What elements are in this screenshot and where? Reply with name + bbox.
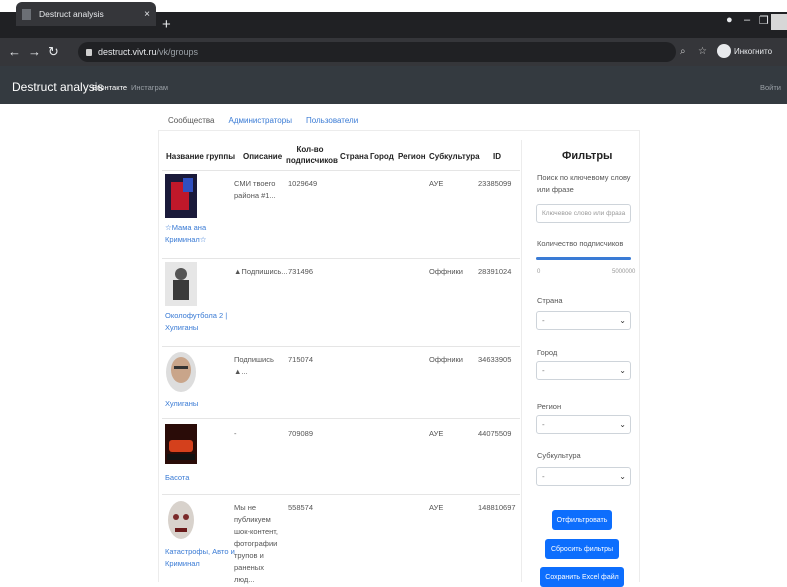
bookmark-star-icon[interactable]: ☆ [698, 46, 707, 57]
group-subculture: Оффники [429, 267, 463, 276]
group-subculture: АУЕ [429, 503, 444, 512]
city-select[interactable]: - ⌄ [536, 361, 631, 380]
group-name-link[interactable]: Басота [165, 472, 233, 484]
reset-filters-button[interactable]: Сбросить фильтры [545, 539, 619, 559]
back-icon[interactable]: ← [8, 44, 21, 59]
group-avatar[interactable] [165, 174, 197, 218]
country-label: Страна [537, 296, 563, 305]
chevron-down-icon: ⌄ [619, 420, 626, 429]
country-select[interactable]: - ⌄ [536, 311, 631, 330]
group-subculture: АУЕ [429, 179, 444, 188]
header-city: Город [370, 152, 394, 161]
profile-label: Инкогнито [734, 46, 773, 56]
tab-communities[interactable]: Сообщества [168, 116, 214, 125]
group-id: 44075509 [478, 429, 512, 438]
region-value: - [542, 420, 545, 429]
url-host: destruct.vivt.ru [98, 47, 157, 57]
group-desc: ▲Подпишись... [234, 267, 288, 276]
group-subculture: АУЕ [429, 429, 444, 438]
incognito-icon [717, 44, 731, 58]
apply-filters-button[interactable]: Отфильтровать [552, 510, 612, 530]
row-divider [162, 494, 520, 495]
group-subs: 715074 [288, 355, 314, 364]
group-subs: 558574 [288, 503, 314, 512]
header-region: Регион [398, 152, 426, 161]
group-desc: - [234, 429, 237, 438]
group-name-link[interactable]: Околофутбола 2 | Хулиганы [165, 310, 233, 334]
subs-label: Количество подписчиков [537, 239, 624, 248]
row-divider [162, 258, 520, 259]
tab-admins[interactable]: Администраторы [228, 116, 291, 125]
chevron-down-icon: ⌄ [619, 366, 626, 375]
extension-icon[interactable]: ● [726, 14, 733, 26]
group-id: 34633905 [478, 355, 512, 364]
login-link[interactable]: Войти [760, 83, 781, 92]
new-tab-button[interactable]: + [162, 16, 171, 33]
url-path: /vk/groups [156, 47, 199, 57]
export-excel-button[interactable]: Сохранить Excel файл [540, 567, 624, 587]
zoom-icon[interactable]: ⌕ [680, 46, 686, 57]
group-id: 23385099 [478, 179, 512, 188]
city-value: - [542, 366, 545, 375]
header-subculture: Субкультура [429, 152, 480, 161]
lock-icon [86, 48, 92, 56]
group-id: 28391024 [478, 267, 512, 276]
group-subs: 1029649 [288, 179, 318, 188]
region-label: Регион [537, 402, 562, 411]
group-avatar[interactable] [165, 262, 197, 306]
keyword-input[interactable]: Ключевое слово или фраза [536, 204, 631, 223]
subculture-select[interactable]: - ⌄ [536, 467, 631, 486]
group-id: 148810697 [478, 503, 516, 512]
region-select[interactable]: - ⌄ [536, 415, 631, 434]
header-country: Страна [340, 152, 369, 161]
browser-tab[interactable]: Destruct analysis × [16, 2, 156, 26]
keyword-label: Поиск по ключевому слову или фразе [537, 173, 631, 194]
group-desc: Мы не публикуем шок-контент, фотографии … [234, 503, 278, 584]
nav-vkontakte[interactable]: Вконтакте [92, 83, 127, 92]
url-field[interactable]: destruct.vivt.ru/vk/groups [78, 42, 676, 62]
group-name-link[interactable]: Хулиганы [165, 398, 233, 410]
group-subculture: Оффники [429, 355, 463, 364]
group-desc: СМИ твоего района #1... [234, 179, 276, 200]
favicon-icon [22, 8, 31, 20]
group-desc: Подпишись ▲... [234, 355, 274, 376]
group-name-link[interactable]: ☆Мама ана Криминал☆ [165, 222, 233, 246]
group-avatar[interactable] [165, 350, 197, 394]
chevron-down-icon: ⌄ [619, 472, 626, 481]
header-id: ID [493, 152, 501, 161]
subs-max: 5000000 [612, 269, 636, 275]
minimize-icon[interactable]: – [744, 14, 750, 26]
tab-title: Destruct analysis [39, 9, 104, 19]
filters-divider [521, 140, 522, 582]
row-divider [162, 346, 520, 347]
reload-icon[interactable]: ↻ [48, 44, 59, 60]
row-divider [162, 170, 520, 171]
header-name: Название группы [166, 152, 236, 161]
subculture-label: Субкультура [537, 451, 581, 460]
group-avatar[interactable] [165, 424, 197, 464]
group-subs: 731496 [288, 267, 314, 276]
window-close-icon[interactable] [771, 14, 787, 30]
group-name-link[interactable]: Катастрофы, Авто и Криминал [165, 546, 240, 570]
group-avatar[interactable] [165, 498, 197, 542]
subs-slider-fill[interactable] [536, 257, 631, 260]
filters-title: Фильтры [562, 150, 613, 162]
row-divider [162, 418, 520, 419]
country-value: - [542, 316, 545, 325]
header-subs: Кол-во подписчиков [286, 145, 338, 165]
header-desc: Описание [243, 152, 283, 161]
keyword-placeholder: Ключевое слово или фраза [542, 210, 626, 217]
tab-users[interactable]: Пользователи [306, 116, 358, 125]
tab-close-icon[interactable]: × [144, 9, 150, 20]
restore-icon[interactable]: ❐ [759, 14, 769, 27]
subtabs: Сообщества Администраторы Пользователи [168, 116, 358, 125]
forward-icon[interactable]: → [28, 44, 41, 59]
brand-link[interactable]: Destruct analysis [12, 80, 103, 94]
nav-instagram[interactable]: Инстаграм [131, 83, 168, 92]
chevron-down-icon: ⌄ [619, 316, 626, 325]
city-label: Город [537, 348, 558, 357]
incognito-profile[interactable]: Инкогнито [717, 44, 772, 58]
group-subs: 709089 [288, 429, 314, 438]
subculture-value: - [542, 472, 545, 481]
